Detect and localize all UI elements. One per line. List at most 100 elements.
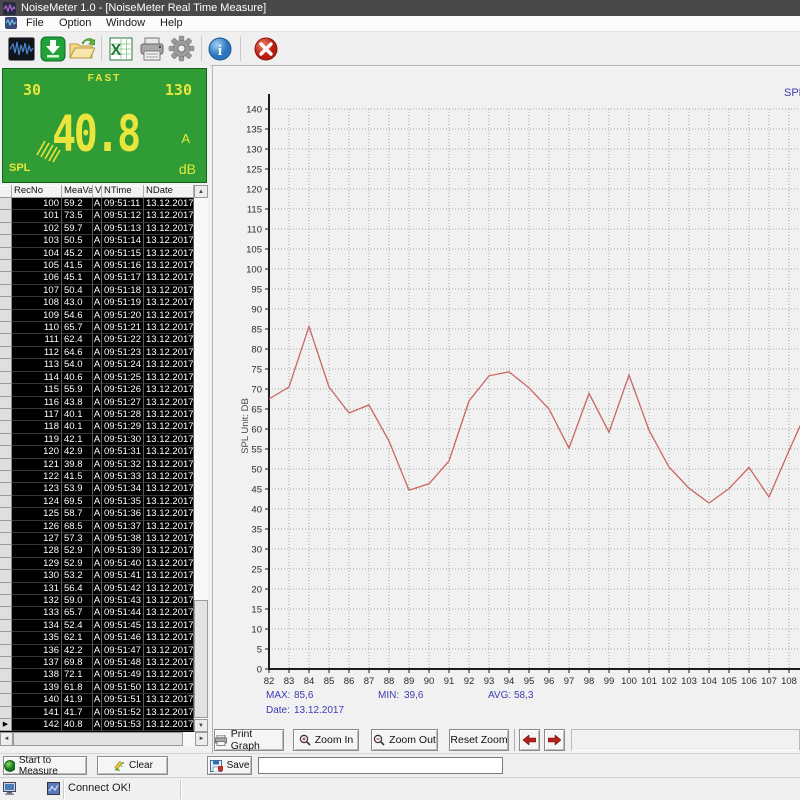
menu-window[interactable]: Window (100, 16, 151, 31)
header-v[interactable]: V (93, 185, 102, 198)
table-row[interactable]: 11942.1A09:51:3013.12.2017 (0, 434, 194, 446)
print-icon[interactable] (138, 35, 165, 62)
table-row[interactable]: 12469.5A09:51:3513.12.2017 (0, 496, 194, 508)
row-selector[interactable] (0, 372, 12, 384)
table-row[interactable]: 11440.6A09:51:2513.12.2017 (0, 372, 194, 384)
table-row[interactable]: 10541.5A09:51:1613.12.2017 (0, 260, 194, 272)
table-row[interactable]: 10350.5A09:51:1413.12.2017 (0, 235, 194, 247)
row-selector[interactable] (0, 583, 12, 595)
table-row[interactable]: 12042.9A09:51:3113.12.2017 (0, 446, 194, 458)
menu-help[interactable]: Help (154, 16, 189, 31)
row-selector[interactable] (0, 694, 12, 706)
table-row[interactable]: 10445.2A09:51:1513.12.2017 (0, 248, 194, 260)
table-row[interactable]: ▶14240.8A09:51:5313.12.2017 (0, 719, 194, 731)
table-row[interactable]: 10173.5A09:51:1213.12.2017 (0, 210, 194, 222)
table-row[interactable]: 10843.0A09:51:1913.12.2017 (0, 297, 194, 309)
row-selector[interactable] (0, 198, 12, 210)
row-selector[interactable] (0, 682, 12, 694)
row-selector[interactable] (0, 223, 12, 235)
row-selector[interactable] (0, 285, 12, 297)
scroll-down-button[interactable]: ▼ (194, 719, 208, 732)
row-selector[interactable] (0, 645, 12, 657)
row-selector[interactable] (0, 558, 12, 570)
row-selector[interactable] (0, 260, 12, 272)
table-row[interactable]: 12353.9A09:51:3413.12.2017 (0, 483, 194, 495)
row-selector[interactable] (0, 359, 12, 371)
reset-zoom-button[interactable]: Reset Zoom (449, 729, 509, 751)
table-row[interactable]: 13562.1A09:51:4613.12.2017 (0, 632, 194, 644)
record-download-icon[interactable] (39, 35, 66, 62)
row-selector[interactable] (0, 545, 12, 557)
clear-button[interactable]: Clear (97, 756, 168, 775)
zoom-out-button[interactable]: Zoom Out (371, 729, 438, 751)
row-selector[interactable] (0, 595, 12, 607)
table-row[interactable]: 10645.1A09:51:1713.12.2017 (0, 272, 194, 284)
row-selector[interactable]: ▶ (0, 719, 12, 731)
table-row[interactable]: 12558.7A09:51:3613.12.2017 (0, 508, 194, 520)
header-ntime[interactable]: NTime (102, 185, 144, 198)
row-selector[interactable] (0, 570, 12, 582)
table-row[interactable]: 11840.1A09:51:2913.12.2017 (0, 421, 194, 433)
row-selector[interactable] (0, 334, 12, 346)
row-selector[interactable] (0, 521, 12, 533)
table-row[interactable]: 12668.5A09:51:3713.12.2017 (0, 521, 194, 533)
scroll-chart-right-button[interactable] (544, 729, 565, 751)
table-row[interactable]: 11264.6A09:51:2313.12.2017 (0, 347, 194, 359)
horizontal-scroll-thumb[interactable] (13, 732, 183, 746)
start-measure-button[interactable]: Start to Measure (3, 756, 87, 775)
table-row[interactable]: 12757.3A09:51:3813.12.2017 (0, 533, 194, 545)
row-selector[interactable] (0, 607, 12, 619)
table-row[interactable]: 11162.4A09:51:2213.12.2017 (0, 334, 194, 346)
table-row[interactable]: 12241.5A09:51:3313.12.2017 (0, 471, 194, 483)
row-selector[interactable] (0, 533, 12, 545)
row-selector[interactable] (0, 210, 12, 222)
table-row[interactable]: 11740.1A09:51:2813.12.2017 (0, 409, 194, 421)
row-selector[interactable] (0, 632, 12, 644)
open-folder-icon[interactable] (68, 35, 95, 62)
row-selector[interactable] (0, 459, 12, 471)
table-row[interactable]: 11555.9A09:51:2613.12.2017 (0, 384, 194, 396)
row-selector[interactable] (0, 483, 12, 495)
table-row[interactable]: 13365.7A09:51:4413.12.2017 (0, 607, 194, 619)
row-selector[interactable] (0, 347, 12, 359)
row-selector[interactable] (0, 707, 12, 719)
save-filename-input[interactable] (258, 757, 503, 774)
settings-gear-icon[interactable] (168, 35, 195, 62)
row-selector[interactable] (0, 496, 12, 508)
row-selector[interactable] (0, 508, 12, 520)
print-graph-button[interactable]: Print Graph (214, 729, 284, 751)
header-meaval[interactable]: MeaVal (62, 185, 93, 198)
table-row[interactable]: 14141.7A09:51:5213.12.2017 (0, 707, 194, 719)
table-row[interactable]: 10750.4A09:51:1813.12.2017 (0, 285, 194, 297)
mdi-child-icon[interactable] (5, 17, 17, 29)
row-selector[interactable] (0, 235, 12, 247)
table-row[interactable]: 13053.2A09:51:4113.12.2017 (0, 570, 194, 582)
table-row[interactable]: 11354.0A09:51:2413.12.2017 (0, 359, 194, 371)
row-selector[interactable] (0, 421, 12, 433)
row-selector[interactable] (0, 409, 12, 421)
table-row[interactable]: 11065.7A09:51:2113.12.2017 (0, 322, 194, 334)
row-selector[interactable] (0, 272, 12, 284)
table-row[interactable]: 11643.8A09:51:2713.12.2017 (0, 397, 194, 409)
table-row[interactable]: 13961.8A09:51:5013.12.2017 (0, 682, 194, 694)
close-icon[interactable] (252, 35, 279, 62)
table-row[interactable]: 14041.9A09:51:5113.12.2017 (0, 694, 194, 706)
table-row[interactable]: 13872.1A09:51:4913.12.2017 (0, 669, 194, 681)
menu-option[interactable]: Option (53, 16, 97, 31)
row-selector[interactable] (0, 297, 12, 309)
table-row[interactable]: 12139.8A09:51:3213.12.2017 (0, 459, 194, 471)
row-selector[interactable] (0, 322, 12, 334)
vertical-scroll-thumb[interactable] (194, 600, 208, 718)
table-row[interactable]: 13259.0A09:51:4313.12.2017 (0, 595, 194, 607)
table-vertical-scrollbar[interactable]: ▲ ▼ (194, 185, 208, 732)
row-selector[interactable] (0, 434, 12, 446)
table-row[interactable]: 12952.9A09:51:4013.12.2017 (0, 558, 194, 570)
row-selector[interactable] (0, 248, 12, 260)
table-row[interactable]: 10954.6A09:51:2013.12.2017 (0, 310, 194, 322)
header-ndate[interactable]: NDate (144, 185, 194, 198)
table-row[interactable]: 12852.9A09:51:3913.12.2017 (0, 545, 194, 557)
table-row[interactable]: 13769.8A09:51:4813.12.2017 (0, 657, 194, 669)
scroll-left-button[interactable]: ◄ (0, 732, 13, 746)
table-row[interactable]: 13156.4A09:51:4213.12.2017 (0, 583, 194, 595)
scroll-right-button[interactable]: ► (195, 732, 208, 746)
